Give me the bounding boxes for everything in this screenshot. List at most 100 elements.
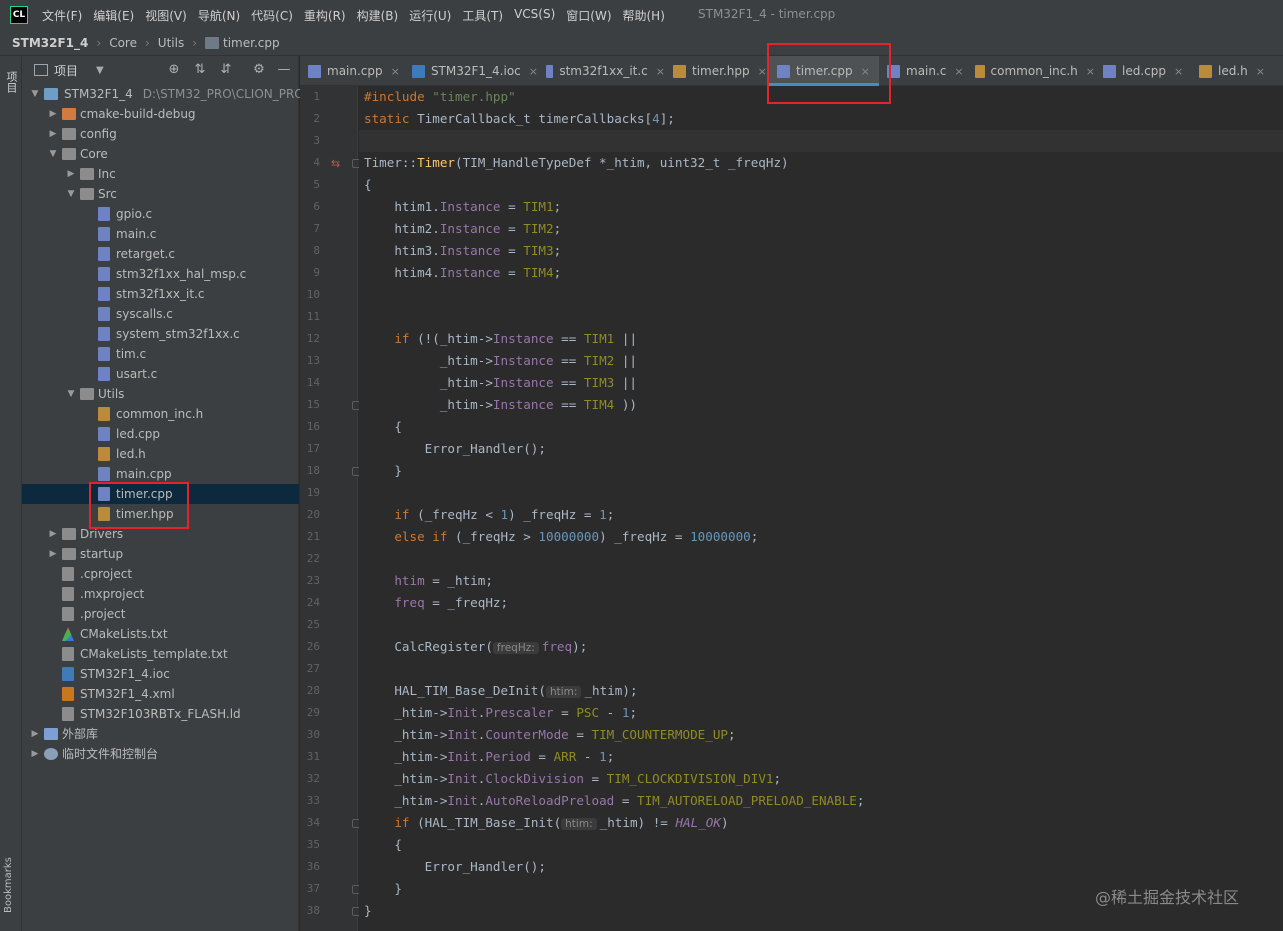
editor-tab[interactable]: timer.hpp × — [665, 56, 769, 86]
tree-item[interactable]: stm32f1xx_hal_msp.c — [22, 264, 299, 284]
tree-item[interactable]: syscalls.c — [22, 304, 299, 324]
tree-item[interactable]: system_stm32f1xx.c — [22, 324, 299, 344]
menu-item[interactable]: 文件(F) — [42, 7, 82, 24]
editor-tab[interactable]: main.cpp × — [300, 56, 404, 86]
hide-panel-icon[interactable]: — — [276, 62, 292, 78]
menu-item[interactable]: VCS(S) — [514, 7, 555, 24]
tree-item[interactable]: ▶ startup — [22, 544, 299, 564]
tree-item[interactable]: usart.c — [22, 364, 299, 384]
tree-item[interactable]: ▶ Drivers — [22, 524, 299, 544]
tree-item[interactable]: .project — [22, 604, 299, 624]
tree-item[interactable]: main.c — [22, 224, 299, 244]
chevron-right-icon[interactable]: ▶ — [29, 724, 41, 744]
collapse-all-icon[interactable]: ⇵ — [218, 62, 234, 78]
code-token: TIM4 — [523, 265, 554, 280]
chevron-right-icon[interactable]: ▶ — [47, 544, 59, 564]
tree-item[interactable]: tim.c — [22, 344, 299, 364]
tree-item[interactable]: main.cpp — [22, 464, 299, 484]
tree-item[interactable]: ▶ config — [22, 124, 299, 144]
menu-item[interactable]: 运行(U) — [409, 7, 451, 24]
chevron-down-icon[interactable]: ▼ — [47, 144, 59, 164]
chevron-right-icon[interactable]: ▶ — [29, 744, 41, 764]
menu-item[interactable]: 构建(B) — [357, 7, 399, 24]
project-panel-title[interactable]: 项目 — [54, 62, 78, 79]
locate-icon[interactable]: ⊕ — [166, 62, 182, 78]
file-c-icon — [887, 64, 900, 78]
breadcrumb-core[interactable]: Core — [109, 36, 137, 50]
tree-item[interactable]: ▶ 外部库 — [22, 724, 299, 744]
bookmarks-tool-button[interactable]: Bookmarks — [3, 843, 19, 927]
editor-tab[interactable]: stm32f1xx_it.c × — [538, 56, 665, 86]
menu-item[interactable]: 视图(V) — [145, 7, 187, 24]
tree-item[interactable]: retarget.c — [22, 244, 299, 264]
tree-item[interactable]: .mxproject — [22, 584, 299, 604]
close-icon[interactable]: × — [861, 65, 870, 78]
code-token: Timer — [417, 155, 455, 170]
override-marker-icon[interactable]: ⇆ — [331, 157, 340, 170]
tree-item[interactable]: ▼ Src — [22, 184, 299, 204]
tree-item[interactable]: led.h — [22, 444, 299, 464]
breadcrumb-project[interactable]: STM32F1_4 — [12, 36, 88, 50]
tree-item-label: STM32F1_4.ioc — [80, 667, 170, 681]
menu-item[interactable]: 窗口(W) — [566, 7, 611, 24]
tree-item[interactable]: ▶ cmake-build-debug — [22, 104, 299, 124]
editor-tab[interactable]: common_inc.h × — [967, 56, 1095, 86]
folder-icon — [80, 388, 94, 400]
tree-item[interactable]: STM32F1_4.xml — [22, 684, 299, 704]
close-icon[interactable]: × — [954, 65, 963, 78]
chevron-right-icon[interactable]: ▶ — [65, 164, 77, 184]
editor-tab[interactable]: led.cpp × — [1095, 56, 1191, 86]
tree-item[interactable]: led.cpp — [22, 424, 299, 444]
menu-item[interactable]: 帮助(H) — [623, 7, 665, 24]
chevron-right-icon[interactable]: ▶ — [47, 104, 59, 124]
editor-tab[interactable]: timer.cpp × — [769, 56, 879, 86]
chevron-down-icon[interactable]: ▼ — [65, 184, 77, 204]
menu-item[interactable]: 代码(C) — [251, 7, 293, 24]
close-icon[interactable]: × — [1174, 65, 1183, 78]
tree-item[interactable]: ▼ Utils — [22, 384, 299, 404]
menu-item[interactable]: 编辑(E) — [93, 7, 134, 24]
chevron-down-icon[interactable]: ▼ — [29, 84, 41, 104]
tree-item[interactable]: .cproject — [22, 564, 299, 584]
chevron-right-icon[interactable]: ▶ — [47, 524, 59, 544]
tree-item[interactable]: common_inc.h — [22, 404, 299, 424]
menu-item[interactable]: 重构(R) — [304, 7, 346, 24]
tree-item[interactable]: ▶ Inc — [22, 164, 299, 184]
tree-item[interactable]: gpio.c — [22, 204, 299, 224]
editor-tab[interactable]: main.c × — [879, 56, 967, 86]
line-number: 20 — [306, 508, 320, 521]
tree-item[interactable]: timer.hpp — [22, 504, 299, 524]
code-token: _htim-> — [364, 397, 493, 412]
project-tool-button[interactable]: 项目 — [3, 62, 19, 102]
tree-item[interactable]: stm32f1xx_it.c — [22, 284, 299, 304]
expand-all-icon[interactable]: ⇅ — [192, 62, 208, 78]
chevron-down-icon[interactable]: ▼ — [96, 65, 104, 76]
code-token: _htim-> — [364, 705, 448, 720]
tree-item[interactable]: STM32F1_4.ioc — [22, 664, 299, 684]
close-icon[interactable]: × — [391, 65, 400, 78]
tree-item[interactable]: STM32F103RBTx_FLASH.ld — [22, 704, 299, 724]
close-icon[interactable]: × — [656, 65, 665, 78]
menu-item[interactable]: 导航(N) — [198, 7, 240, 24]
tree-root[interactable]: ▼ STM32F1_4 D:\STM32_PRO\CLION_PRO — [22, 84, 304, 104]
tree-item[interactable]: timer.cpp — [22, 484, 299, 504]
close-icon[interactable]: × — [758, 65, 767, 78]
code-token: ); — [572, 639, 588, 654]
chevron-right-icon[interactable]: ▶ — [47, 124, 59, 144]
close-icon[interactable]: × — [1086, 65, 1095, 78]
tree-item[interactable]: CMakeLists_template.txt — [22, 644, 299, 664]
close-icon[interactable]: × — [529, 65, 538, 78]
close-icon[interactable]: × — [1256, 65, 1265, 78]
tree-item[interactable]: CMakeLists.txt — [22, 624, 299, 644]
menu-item[interactable]: 工具(T) — [462, 7, 503, 24]
code-editor[interactable]: #include "timer.hpp" static TimerCallback… — [359, 86, 1283, 931]
tree-item[interactable]: ▼ Core — [22, 144, 299, 164]
editor-tab[interactable]: led.h × — [1191, 56, 1277, 86]
breadcrumb-file[interactable]: timer.cpp — [223, 36, 280, 50]
code-line: htim = _htim; — [364, 570, 493, 592]
tree-item[interactable]: ▶ 临时文件和控制台 — [22, 744, 299, 764]
chevron-down-icon[interactable]: ▼ — [65, 384, 77, 404]
gear-icon[interactable]: ⚙ — [251, 62, 267, 78]
editor-tab[interactable]: STM32F1_4.ioc × — [404, 56, 538, 86]
breadcrumb-utils[interactable]: Utils — [158, 36, 184, 50]
